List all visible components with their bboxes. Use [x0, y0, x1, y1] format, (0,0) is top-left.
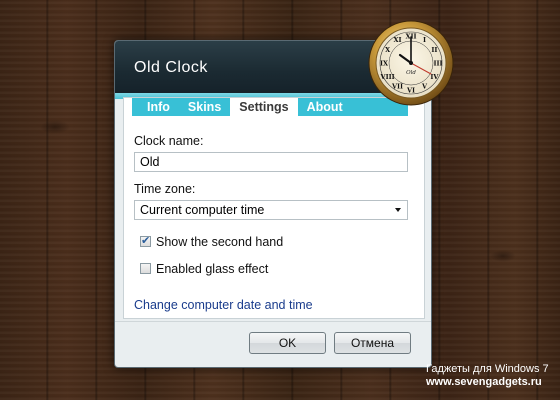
change-date-link[interactable]: Change computer date and time: [134, 298, 313, 312]
checkmark-icon: ✔: [141, 234, 151, 247]
clock-face-icon: XII IIIIIIIVVVIVIIVIIIIXXXI Old: [368, 20, 454, 106]
second-hand-checkbox[interactable]: ✔: [140, 234, 151, 247]
tab-skins[interactable]: Skins: [179, 98, 230, 116]
clock-numeral: VII: [391, 83, 403, 91]
tab-info[interactable]: Info: [138, 98, 179, 116]
watermark-line2: www.sevengadgets.ru: [426, 376, 542, 388]
clock-name-label: Clock name:: [134, 134, 204, 148]
time-zone-select[interactable]: Current computer time: [134, 200, 408, 220]
clock-numeral: II: [431, 46, 437, 54]
clock-numeral: VI: [406, 86, 415, 94]
glass-effect-label[interactable]: Enabled glass effect: [156, 262, 268, 276]
clock-numeral: III: [433, 59, 442, 67]
footer-divider: [115, 321, 431, 322]
wood-knot: [40, 120, 70, 134]
clock-numeral: IX: [380, 59, 389, 67]
tab-bar: Info Skins Settings About: [132, 98, 408, 116]
watermark-line1: Гаджеты для Windows 7: [426, 363, 549, 375]
clock-numeral: I: [423, 36, 426, 44]
clock-gadget[interactable]: XII I II III IV V VI VII VIII IX X XI Old: [368, 20, 454, 106]
second-hand-label[interactable]: Show the second hand: [156, 235, 283, 249]
clock-numeral: V: [421, 83, 428, 91]
wood-knot: [490, 250, 516, 262]
clock-brand-text: Old: [406, 70, 416, 76]
time-zone-label: Time zone:: [134, 182, 196, 196]
time-zone-value: Current computer time: [140, 203, 265, 217]
tab-about[interactable]: About: [298, 98, 352, 116]
window-title: Old Clock: [134, 59, 208, 76]
tab-settings[interactable]: Settings: [230, 98, 298, 116]
clock-numeral: IV: [430, 73, 439, 81]
glass-effect-checkbox[interactable]: [140, 263, 151, 274]
clock-name-field[interactable]: Old: [134, 152, 408, 172]
ok-button[interactable]: OK: [249, 332, 326, 354]
clock-numeral: VIII: [380, 73, 395, 81]
chevron-down-icon[interactable]: [395, 208, 401, 212]
cancel-button[interactable]: Отмена: [334, 332, 411, 354]
clock-numeral: XI: [393, 36, 401, 44]
